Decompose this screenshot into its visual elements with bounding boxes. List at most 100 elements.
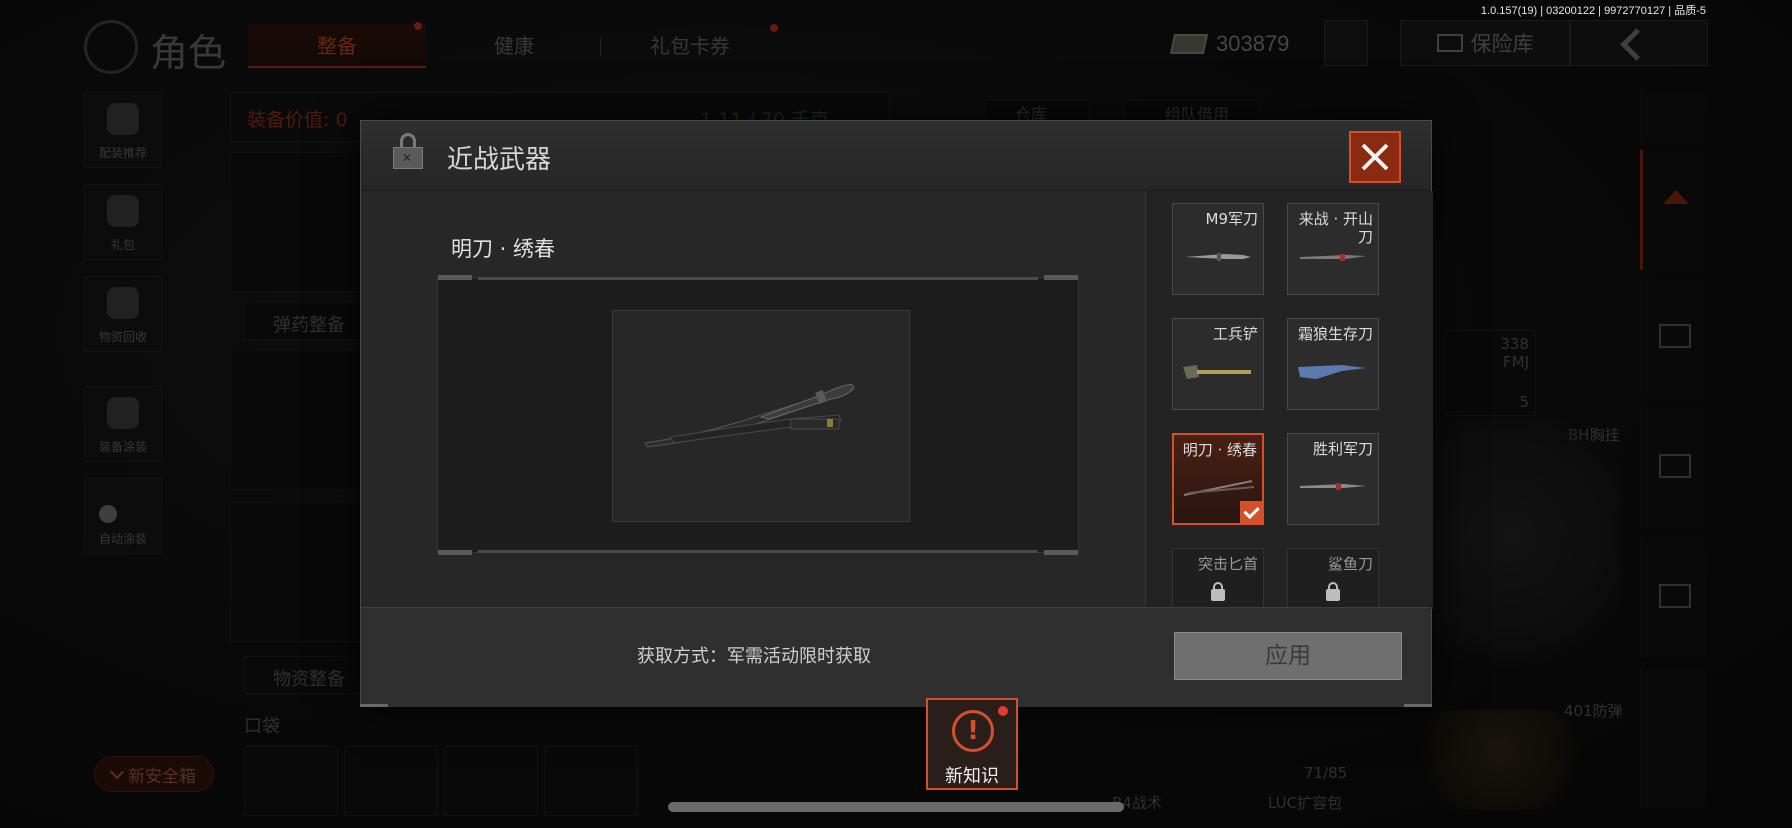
weapon-card-name: 突击匕首	[1197, 555, 1258, 573]
lock-icon: ✕	[393, 133, 423, 169]
weapon-card-victory[interactable]: 胜利军刀	[1287, 433, 1379, 525]
vault-label: 保险库	[1470, 32, 1534, 56]
apply-button[interactable]: 应用	[1174, 632, 1402, 680]
box-icon	[1659, 584, 1691, 608]
weapon-card-assault-dagger[interactable]: 突击匕首	[1172, 548, 1264, 609]
home-indicator[interactable]	[668, 802, 1124, 812]
sidebar-item-auto-skin[interactable]: 自动涂装	[84, 478, 162, 554]
cash-icon	[1169, 34, 1209, 54]
weapon-card-xiuchun[interactable]: 明刀 · 绣春	[1172, 433, 1264, 525]
knife-icon	[1300, 254, 1366, 261]
ammo-button[interactable]: 弹药整备	[244, 302, 370, 340]
armor-label: 401防弹	[1564, 702, 1623, 720]
new-knowledge-button[interactable]: ! 新知识	[926, 698, 1018, 790]
frame-line	[478, 550, 1038, 553]
chevron-down-icon	[109, 764, 125, 780]
weapon-card-machete[interactable]: 来战 · 开山刀	[1287, 203, 1379, 295]
knife-icon	[1300, 483, 1366, 490]
dialog-title: 近战武器	[447, 145, 552, 175]
tab-gift-cards-badge	[770, 24, 778, 32]
game-logo-icon	[84, 20, 138, 74]
pocket-slot[interactable]	[444, 746, 538, 816]
melee-weapon-dialog: ✕ 近战武器 明刀 · 绣春 M9军刀 来战 · 开山刀 工兵铲 霜狼生存刀 明…	[360, 120, 1433, 707]
sidebar-item-recycle[interactable]: 物资回收	[84, 276, 162, 352]
profile-avatar-button[interactable]	[1324, 20, 1368, 66]
new-safe-box-label: 新安全箱	[128, 766, 196, 787]
weapon-card-name: M9军刀	[1205, 210, 1259, 228]
knife-icon	[1185, 253, 1251, 261]
storage-box-button[interactable]	[1640, 408, 1706, 528]
frame-corner	[1044, 550, 1078, 555]
ammo-item[interactable]: 338 FMJ 5	[1444, 330, 1536, 416]
currency-value: 303879	[1216, 31, 1290, 56]
weapon-list: M9军刀 来战 · 开山刀 工兵铲 霜狼生存刀 明刀 · 绣春 胜利军刀 突击匕…	[1145, 191, 1433, 609]
alert-icon: !	[952, 710, 994, 752]
sidebar-item-label: 自动涂装	[98, 532, 147, 546]
ammo-count: 338	[1500, 335, 1529, 353]
sidebar-item-gift[interactable]: 礼包	[84, 184, 162, 260]
supply-button[interactable]: 物资整备	[244, 656, 370, 694]
weapon-card-shark[interactable]: 鲨鱼刀	[1287, 548, 1379, 609]
page-title: 角色	[150, 31, 227, 75]
soldier-icon	[107, 397, 139, 429]
equipment-slot[interactable]	[230, 350, 370, 490]
selected-check-icon	[1240, 501, 1262, 523]
weapon-card-m9[interactable]: M9军刀	[1172, 203, 1264, 295]
weapon-card-frostwolf[interactable]: 霜狼生存刀	[1287, 318, 1379, 410]
storage-box-button[interactable]	[1640, 278, 1706, 398]
weapon-card-name: 工兵铲	[1212, 325, 1258, 343]
pocket-slot[interactable]	[344, 746, 438, 816]
ammo-label: 弹药整备	[273, 315, 345, 336]
currency-display: 303879	[1169, 26, 1290, 62]
sidebar-item-label: 装备涂装	[98, 440, 147, 454]
sidebar-item-skin[interactable]: 装备涂装	[84, 386, 162, 462]
supply-label: 物资整备	[273, 669, 345, 690]
sidebar-item-loadout-recommend[interactable]: 配装推荐	[84, 92, 162, 168]
gift-icon	[107, 195, 139, 227]
weapon-card-shovel[interactable]: 工兵铲	[1172, 318, 1264, 410]
version-info: 1.0.157(19) | 03200122 | 9972770127 | 品质…	[1480, 5, 1706, 17]
frame-line	[478, 277, 1038, 280]
shovel-icon	[1183, 365, 1251, 379]
pocket-slot[interactable]	[244, 746, 338, 816]
storage-box-button[interactable]	[1640, 538, 1706, 658]
left-sidebar: 配装推荐 礼包 物资回收 装备涂装 自动涂装	[84, 92, 162, 570]
sort-button[interactable]	[1640, 92, 1706, 142]
tab-gift-cards[interactable]: 礼包卡券	[600, 24, 780, 68]
weapon-card-name: 鲨鱼刀	[1327, 555, 1373, 573]
frame-corner	[438, 275, 472, 280]
weapon-card-name: 明刀 · 绣春	[1182, 441, 1257, 459]
equipment-slot[interactable]	[230, 152, 370, 292]
close-button[interactable]	[1349, 131, 1401, 183]
lock-icon	[1211, 582, 1225, 601]
vault-button[interactable]: 保险库	[1400, 20, 1570, 66]
new-knowledge-label: 新知识	[945, 766, 999, 787]
ammo-type: FMJ	[1503, 353, 1529, 371]
dialog-corner	[360, 704, 388, 707]
notification-badge	[998, 706, 1008, 716]
recycle-icon	[107, 287, 139, 319]
armor-image	[1420, 710, 1580, 810]
pocket-label: 口袋	[244, 716, 280, 737]
weapon-card-name: 胜利军刀	[1312, 440, 1373, 458]
home-icon[interactable]	[1640, 150, 1706, 270]
new-safe-box-button[interactable]: 新安全箱	[94, 756, 214, 792]
sword-icon	[1183, 480, 1255, 496]
toggle-icon	[99, 505, 117, 523]
tab-health[interactable]: 健康	[450, 24, 578, 68]
ammo-qty: 5	[1519, 393, 1529, 411]
grenade-button[interactable]	[1640, 668, 1706, 808]
equipment-slot[interactable]	[230, 502, 370, 642]
knife-icon	[1298, 365, 1366, 379]
tab-equipment-badge	[414, 22, 422, 30]
selected-weapon-name: 明刀 · 绣春	[451, 237, 556, 261]
pocket-slot[interactable]	[544, 746, 638, 816]
frame-corner	[438, 550, 472, 555]
top-bar: 角色 整备 健康 礼包卡券 303879 保险库	[0, 14, 1792, 76]
tab-equipment[interactable]: 整备	[248, 24, 426, 68]
chest-rig-image	[1400, 420, 1620, 680]
gear-value-label: 装备价值: 0	[247, 109, 348, 131]
helmet-icon	[107, 103, 139, 135]
box-icon	[1659, 454, 1691, 478]
back-button[interactable]	[1570, 20, 1708, 66]
